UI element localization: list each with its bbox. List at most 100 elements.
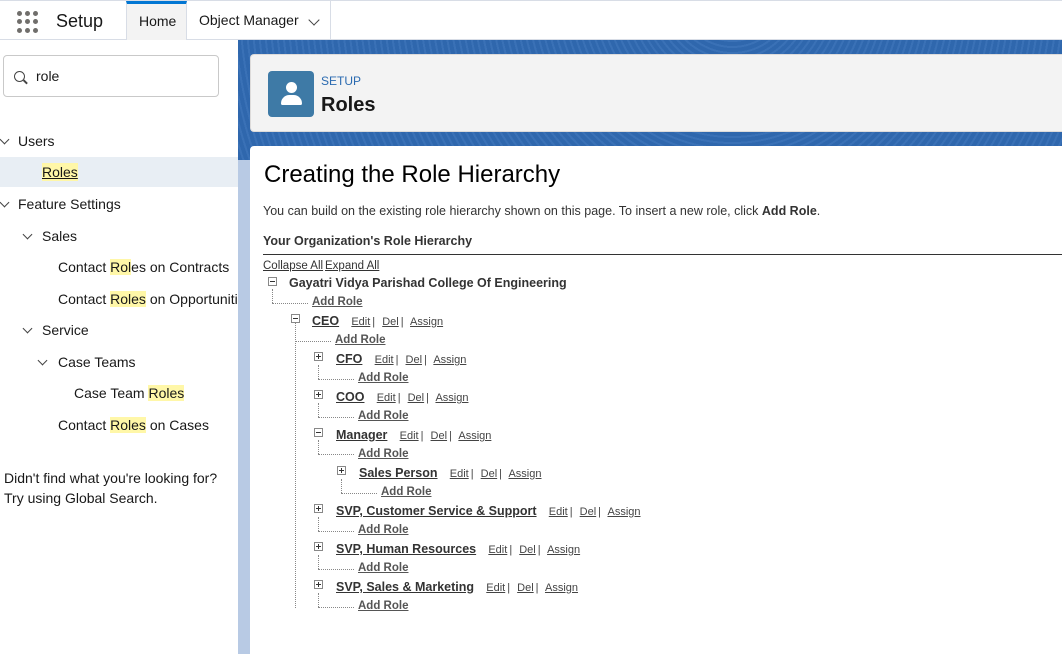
section-divider	[263, 254, 1062, 255]
page-header: SETUP Roles	[250, 54, 1062, 132]
add-role-link[interactable]: Add Role	[381, 486, 431, 498]
collapse-toggle-icon[interactable]	[268, 277, 277, 286]
collapse-toggle-icon[interactable]	[314, 428, 323, 437]
del-link[interactable]: Del	[431, 430, 448, 442]
del-link[interactable]: Del	[580, 506, 597, 518]
sidebar-item-label: Feature Settings	[18, 196, 121, 212]
sidebar-item-feature-settings[interactable]: Feature Settings	[0, 189, 238, 219]
sidebar-item-case-team-roles[interactable]: Case Team Roles	[0, 378, 238, 408]
del-link[interactable]: Del	[519, 544, 536, 556]
app-name: Setup	[56, 11, 104, 31]
sidebar-item-label: Contact Roles on Opportunities	[58, 291, 238, 307]
sidebar-item-contact-roles-cases[interactable]: Contact Roles on Cases	[0, 410, 238, 440]
assign-link[interactable]: Assign	[435, 392, 468, 404]
global-search-line: Try using Global Search.	[4, 490, 158, 506]
sidebar-item-roles[interactable]: Roles	[0, 157, 238, 187]
edit-link[interactable]: Edit	[450, 468, 469, 480]
quick-find-input[interactable]	[36, 66, 206, 86]
tree-node-ceo: CEO Edit | Del | Assign	[312, 314, 444, 328]
assign-link[interactable]: Assign	[508, 468, 541, 480]
add-role-link[interactable]: Add Role	[358, 448, 408, 460]
sidebar-item-label: Service	[42, 322, 89, 338]
sidebar-item-contact-roles-opportunities[interactable]: Contact Roles on Opportunities	[0, 284, 238, 314]
role-link[interactable]: Manager	[336, 428, 387, 442]
chevron-down-icon	[0, 134, 10, 145]
add-role-link[interactable]: Add Role	[335, 334, 385, 346]
sidebar-item-label: Case Teams	[58, 354, 136, 370]
add-role-link[interactable]: Add Role	[358, 372, 408, 384]
main-panel: Creating the Role Hierarchy You can buil…	[250, 146, 1062, 654]
chevron-down-icon	[22, 323, 33, 334]
role-link[interactable]: CEO	[312, 314, 339, 328]
app-launcher-icon[interactable]	[17, 11, 39, 33]
tab-object-manager[interactable]: Object Manager	[187, 1, 331, 40]
search-help-text: Didn't find what you're looking for? Try…	[4, 468, 236, 508]
chevron-down-icon	[22, 229, 33, 240]
add-role-link[interactable]: Add Role	[358, 410, 408, 422]
global-header: Setup Home Object Manager	[0, 0, 1062, 40]
edit-link[interactable]: Edit	[351, 316, 370, 328]
del-link[interactable]: Del	[517, 582, 534, 594]
assign-link[interactable]: Assign	[458, 430, 491, 442]
chevron-down-icon	[37, 355, 48, 366]
chevron-down-icon	[0, 197, 10, 208]
sidebar-item-case-teams[interactable]: Case Teams	[0, 347, 238, 377]
expand-toggle-icon[interactable]	[314, 504, 323, 513]
expand-toggle-icon[interactable]	[337, 466, 346, 475]
del-link[interactable]: Del	[408, 392, 425, 404]
edit-link[interactable]: Edit	[488, 544, 507, 556]
assign-link[interactable]: Assign	[410, 316, 443, 328]
assign-link[interactable]: Assign	[607, 506, 640, 518]
sidebar-item-label: Sales	[42, 228, 78, 244]
edit-link[interactable]: Edit	[377, 392, 396, 404]
sidebar-item-contact-roles-contracts[interactable]: Contact Roles on Contracts	[0, 252, 238, 282]
tab-home-label: Home	[139, 13, 177, 29]
collapse-toggle-icon[interactable]	[291, 314, 300, 323]
edit-link[interactable]: Edit	[400, 430, 419, 442]
role-link[interactable]: SVP, Customer Service & Support	[336, 504, 537, 518]
page-heading: Creating the Role Hierarchy	[264, 161, 561, 188]
expand-toggle-icon[interactable]	[314, 542, 323, 551]
del-link[interactable]: Del	[406, 354, 423, 366]
sidebar-item-label: Users	[18, 133, 55, 149]
sidebar-item-users[interactable]: Users	[0, 126, 238, 156]
expand-toggle-icon[interactable]	[314, 352, 323, 361]
expand-toggle-icon[interactable]	[314, 390, 323, 399]
tree-node-root: Gayatri Vidya Parishad College Of Engine…	[289, 276, 567, 290]
role-link[interactable]: SVP, Sales & Marketing	[336, 580, 474, 594]
tree-node-sales-person: Sales Person Edit | Del | Assign	[359, 466, 542, 480]
expand-all-link[interactable]: Expand All	[325, 260, 379, 272]
tree-node-svp-sales-marketing: SVP, Sales & Marketing Edit | Del | Assign	[336, 580, 579, 594]
sidebar-item-sales[interactable]: Sales	[0, 221, 238, 251]
expand-toggle-icon[interactable]	[314, 580, 323, 589]
intro-text: You can build on the existing role hiera…	[263, 204, 821, 218]
add-role-link[interactable]: Add Role	[358, 562, 408, 574]
tab-home[interactable]: Home	[126, 1, 187, 40]
chevron-down-icon[interactable]	[308, 14, 320, 26]
add-role-link[interactable]: Add Role	[312, 296, 362, 308]
edit-link[interactable]: Edit	[549, 506, 568, 518]
quick-find-box	[3, 55, 219, 97]
sidebar-item-service[interactable]: Service	[0, 315, 238, 345]
role-link[interactable]: SVP, Human Resources	[336, 542, 476, 556]
add-role-link[interactable]: Add Role	[358, 600, 408, 612]
tree-node-coo: COO Edit | Del | Assign	[336, 390, 469, 404]
del-link[interactable]: Del	[382, 316, 399, 328]
role-link[interactable]: CFO	[336, 352, 362, 366]
del-link[interactable]: Del	[481, 468, 498, 480]
tree-node-svp-human-resources: SVP, Human Resources Edit | Del | Assign	[336, 542, 581, 556]
setup-sidebar: Users Roles Feature Settings Sales Conta…	[0, 40, 238, 654]
page-title: Roles	[321, 94, 376, 116]
role-link[interactable]: Sales Person	[359, 466, 438, 480]
tree-node-manager: Manager Edit | Del | Assign	[336, 428, 492, 442]
assign-link[interactable]: Assign	[547, 544, 580, 556]
collapse-all-link[interactable]: Collapse All	[263, 260, 323, 272]
section-title: Your Organization's Role Hierarchy	[263, 234, 473, 248]
edit-link[interactable]: Edit	[375, 354, 394, 366]
user-icon	[268, 71, 314, 117]
add-role-link[interactable]: Add Role	[358, 524, 408, 536]
edit-link[interactable]: Edit	[486, 582, 505, 594]
assign-link[interactable]: Assign	[545, 582, 578, 594]
assign-link[interactable]: Assign	[433, 354, 466, 366]
role-link[interactable]: COO	[336, 390, 364, 404]
